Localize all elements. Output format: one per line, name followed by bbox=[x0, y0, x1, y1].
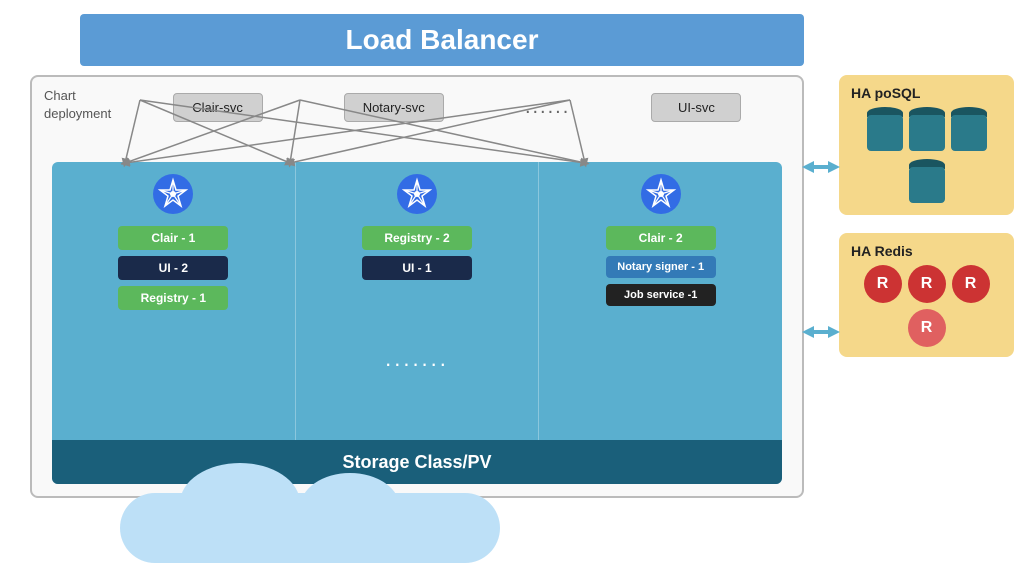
arrow-to-redis bbox=[806, 330, 836, 334]
services-dots: ...... bbox=[525, 96, 570, 119]
redis-icons: R R R R bbox=[851, 265, 1002, 347]
cloud-shape bbox=[120, 493, 500, 563]
redis-icon-3: R bbox=[952, 265, 990, 303]
ha-area: HA poSQL HA Redis R R R bbox=[839, 75, 1014, 357]
node-col-3: Clair - 2 Notary signer - 1 Job service … bbox=[539, 162, 782, 484]
node-col-2: Registry - 2 UI - 1 ....... bbox=[295, 162, 540, 484]
pod-registry-1: Registry - 1 bbox=[118, 286, 228, 310]
ui-svc-box: UI-svc bbox=[651, 93, 741, 122]
node-col-1: Clair - 1 UI - 2 Registry - 1 bbox=[52, 162, 295, 484]
pod-job-service-1: Job service -1 bbox=[606, 284, 716, 306]
redis-icon-1: R bbox=[864, 265, 902, 303]
db-icons bbox=[851, 107, 1002, 205]
pod-notary-signer-1: Notary signer - 1 bbox=[606, 256, 716, 278]
main-deployment-box: Chart deployment Clair-svc Notary-svc ..… bbox=[30, 75, 804, 498]
ha-redis-box: HA Redis R R R R bbox=[839, 233, 1014, 357]
k8s-icon-3 bbox=[639, 172, 683, 216]
pod-clair-2: Clair - 2 bbox=[606, 226, 716, 250]
ha-redis-title: HA Redis bbox=[851, 243, 1002, 259]
storage-bar: Storage Class/PV bbox=[52, 440, 782, 484]
redis-icon-4: R bbox=[908, 309, 946, 347]
notary-svc-box: Notary-svc bbox=[344, 93, 444, 122]
db-icon-4 bbox=[909, 159, 945, 205]
deploy-area: Clair - 1 UI - 2 Registry - 1 Registry -… bbox=[52, 162, 782, 484]
k8s-icon-1 bbox=[151, 172, 195, 216]
services-row: Clair-svc Notary-svc ...... UI-svc bbox=[132, 93, 782, 122]
pod-clair-1: Clair - 1 bbox=[118, 226, 228, 250]
redis-icon-2: R bbox=[908, 265, 946, 303]
node-dots: ....... bbox=[385, 346, 449, 372]
clair-svc-box: Clair-svc bbox=[173, 93, 263, 122]
chart-deployment-label: Chart deployment bbox=[44, 87, 111, 123]
db-icon-2 bbox=[909, 107, 945, 153]
pod-registry-2: Registry - 2 bbox=[362, 226, 472, 250]
pod-ui-1: UI - 1 bbox=[362, 256, 472, 280]
load-balancer-label: Load Balancer bbox=[346, 24, 539, 55]
db-icon-1 bbox=[867, 107, 903, 153]
load-balancer-box: Load Balancer bbox=[80, 14, 804, 66]
pod-ui-2: UI - 2 bbox=[118, 256, 228, 280]
ha-postgres-title: HA poSQL bbox=[851, 85, 1002, 101]
arrow-to-postgres bbox=[806, 165, 836, 169]
k8s-icon-2 bbox=[395, 172, 439, 216]
db-icon-3 bbox=[951, 107, 987, 153]
ha-postgres-box: HA poSQL bbox=[839, 75, 1014, 215]
